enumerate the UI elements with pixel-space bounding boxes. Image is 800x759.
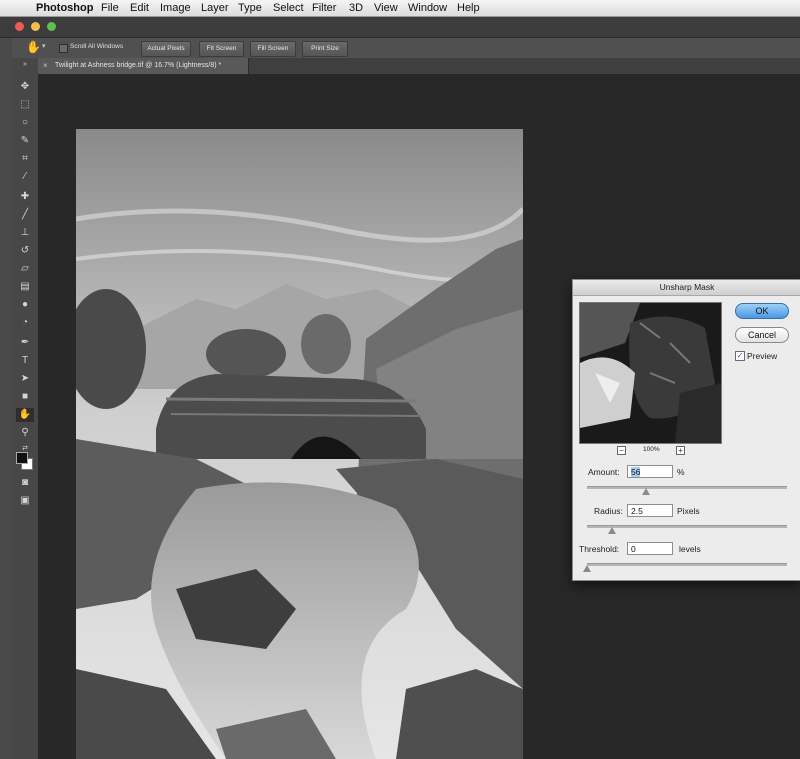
radius-label: Radius:	[594, 506, 623, 516]
close-window-button[interactable]	[15, 22, 24, 31]
menu-3d[interactable]: 3D	[349, 1, 363, 15]
menu-help[interactable]: Help	[457, 1, 480, 15]
type-tool-icon[interactable]: T	[16, 354, 34, 368]
eraser-tool-icon[interactable]: ▱	[16, 262, 34, 276]
tools-panel: » ✥ ⬚ ○ ✎ ⌗ ⁄ ✚ ╱ ⊥ ↺ ▱ ▤ ● ◔ ✒ T ➤ ■ ✋ …	[12, 58, 39, 759]
preview-label: Preview	[747, 351, 778, 361]
menu-edit[interactable]: Edit	[130, 1, 149, 15]
preview-zoom-level: 100%	[643, 446, 660, 453]
ok-button[interactable]: OK	[735, 303, 789, 319]
minimize-window-button[interactable]	[31, 22, 40, 31]
document-image[interactable]	[76, 129, 523, 759]
rectangle-tool-icon[interactable]: ■	[16, 390, 34, 404]
menu-window[interactable]: Window	[408, 1, 447, 15]
scroll-all-windows-checkbox[interactable]	[59, 44, 68, 53]
document-tab[interactable]: × Twilight at Ashness bridge.tif @ 16.7%…	[38, 58, 249, 74]
hand-tool-icon[interactable]: ✋	[16, 408, 34, 422]
zoom-tool-icon[interactable]: ⚲	[16, 426, 34, 440]
filter-preview[interactable]	[579, 302, 722, 444]
radius-unit: Pixels	[677, 506, 700, 516]
menu-bar: Photoshop File Edit Image Layer Type Sel…	[0, 0, 800, 17]
quick-mask-icon[interactable]: ◙	[16, 476, 34, 490]
pen-tool-icon[interactable]: ✒	[16, 336, 34, 350]
menu-view[interactable]: View	[374, 1, 398, 15]
foreground-color-swatch[interactable]	[16, 452, 28, 464]
menu-file[interactable]: File	[101, 1, 119, 15]
fill-screen-button[interactable]: Fill Screen	[250, 41, 296, 57]
radius-slider-thumb[interactable]	[608, 527, 616, 534]
amount-input[interactable]: 56	[627, 465, 673, 478]
threshold-slider-track[interactable]	[587, 563, 787, 566]
amount-label: Amount:	[588, 467, 620, 477]
history-brush-tool-icon[interactable]: ↺	[16, 244, 34, 258]
menu-type[interactable]: Type	[238, 1, 262, 15]
threshold-unit: levels	[679, 544, 701, 554]
menu-layer[interactable]: Layer	[201, 1, 229, 15]
print-size-button[interactable]: Print Size	[302, 41, 348, 57]
threshold-input[interactable]: 0	[627, 542, 673, 555]
threshold-label: Threshold:	[579, 544, 620, 554]
tool-preset-chevron-icon[interactable]: ▾	[42, 42, 46, 50]
radius-input[interactable]: 2.5	[627, 504, 673, 517]
app-titlebar	[0, 17, 800, 38]
screen-mode-icon[interactable]: ▣	[16, 494, 34, 508]
scroll-all-windows-label: Scroll All Windows	[70, 43, 124, 50]
hand-icon[interactable]: ✋	[26, 40, 41, 54]
move-tool-icon[interactable]: ✥	[16, 80, 34, 94]
eyedropper-tool-icon[interactable]: ⁄	[16, 170, 34, 184]
zoom-window-button[interactable]	[47, 22, 56, 31]
zoom-out-button[interactable]: −	[617, 446, 626, 455]
amount-slider-track[interactable]	[587, 486, 787, 489]
gradient-tool-icon[interactable]: ▤	[16, 280, 34, 294]
dodge-tool-icon[interactable]: ◔	[16, 316, 34, 330]
document-tab-title: Twilight at Ashness bridge.tif @ 16.7% (…	[55, 62, 222, 69]
dialog-title: Unsharp Mask	[573, 280, 800, 296]
crop-tool-icon[interactable]: ⌗	[16, 152, 34, 166]
app-menu[interactable]: Photoshop	[36, 1, 93, 15]
cancel-button[interactable]: Cancel	[735, 327, 789, 343]
menu-select[interactable]: Select	[273, 1, 304, 15]
amount-unit: %	[677, 467, 685, 477]
healing-brush-tool-icon[interactable]: ✚	[16, 190, 34, 204]
blur-tool-icon[interactable]: ●	[16, 298, 34, 312]
unsharp-mask-dialog: Unsharp Mask − 100% + OK Cancel ✓ Previe…	[572, 279, 800, 581]
actual-pixels-button[interactable]: Actual Pixels	[141, 41, 191, 57]
brush-tool-icon[interactable]: ╱	[16, 208, 34, 222]
menu-filter[interactable]: Filter	[312, 1, 336, 15]
lasso-tool-icon[interactable]: ○	[16, 116, 34, 130]
quick-selection-tool-icon[interactable]: ✎	[16, 134, 34, 148]
close-tab-icon[interactable]: ×	[43, 58, 48, 74]
document-tab-bar: × Twilight at Ashness bridge.tif @ 16.7%…	[38, 58, 800, 74]
amount-slider-thumb[interactable]	[642, 488, 650, 495]
radius-slider-track[interactable]	[587, 525, 787, 528]
collapse-panel-icon[interactable]: »	[16, 58, 34, 72]
preview-checkbox[interactable]: ✓	[735, 351, 745, 361]
zoom-in-button[interactable]: +	[676, 446, 685, 455]
path-selection-tool-icon[interactable]: ➤	[16, 372, 34, 386]
clone-stamp-tool-icon[interactable]: ⊥	[16, 226, 34, 240]
options-bar: ✋ ▾ Scroll All Windows Actual Pixels Fit…	[12, 38, 800, 59]
marquee-tool-icon[interactable]: ⬚	[16, 98, 34, 112]
fit-screen-button[interactable]: Fit Screen	[199, 41, 244, 57]
menu-image[interactable]: Image	[160, 1, 191, 15]
threshold-slider-thumb[interactable]	[583, 565, 591, 572]
